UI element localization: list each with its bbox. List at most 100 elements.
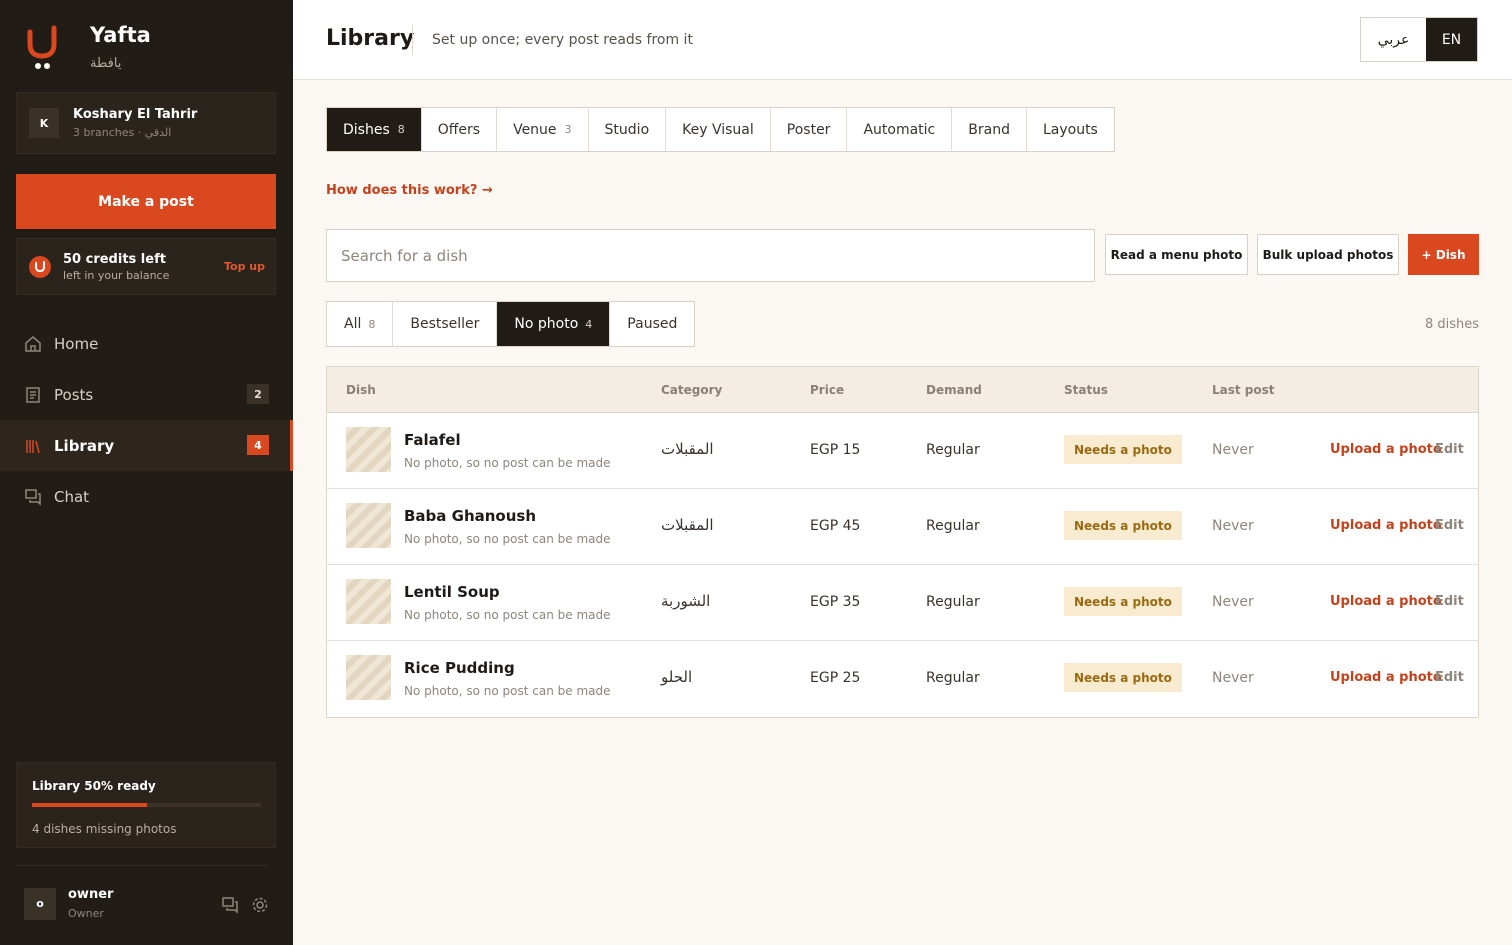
edit-dish-link[interactable]: Edit bbox=[1435, 518, 1464, 533]
status-badge: Needs a photo bbox=[1064, 511, 1182, 540]
edit-dish-link[interactable]: Edit bbox=[1435, 594, 1464, 609]
dish-note: No photo, so no post can be made bbox=[404, 684, 611, 698]
tab-count: 3 bbox=[564, 123, 572, 136]
bulk-upload-photos-button[interactable]: Bulk upload photos bbox=[1257, 234, 1399, 275]
table-row[interactable]: Lentil Soup No photo, so no post can be … bbox=[327, 565, 1478, 641]
top-up-link[interactable]: Top up bbox=[224, 260, 265, 273]
dish-last-post: Never bbox=[1212, 442, 1254, 458]
sidebar-item-library[interactable]: Library 4 bbox=[0, 420, 293, 471]
dish-note: No photo, so no post can be made bbox=[404, 456, 611, 470]
tab-key-visual[interactable]: Key Visual bbox=[666, 108, 771, 151]
table-row[interactable]: Falafel No photo, so no post can be made… bbox=[327, 413, 1478, 489]
edit-dish-link[interactable]: Edit bbox=[1435, 442, 1464, 457]
table-row[interactable]: Rice Pudding No photo, so no post can be… bbox=[327, 641, 1478, 717]
column-demand[interactable]: Demand bbox=[926, 383, 982, 397]
dish-name: Baba Ghanoush bbox=[404, 507, 537, 525]
posts-count-badge: 2 bbox=[247, 384, 269, 404]
table-row[interactable]: Baba Ghanoush No photo, so no post can b… bbox=[327, 489, 1478, 565]
column-category[interactable]: Category bbox=[661, 383, 722, 397]
dish-category: المقبلات bbox=[661, 440, 714, 458]
user-name: owner bbox=[68, 887, 114, 902]
tab-label: Studio bbox=[604, 121, 650, 138]
org-branches: 3 branches · الدقي bbox=[73, 126, 172, 139]
tab-label: Brand bbox=[968, 121, 1010, 138]
table-header: Dish Category Price Demand Status Last p… bbox=[327, 367, 1478, 413]
brand[interactable]: Yafta يافطة bbox=[26, 24, 151, 72]
tab-venue[interactable]: Venue 3 bbox=[497, 108, 589, 151]
progress-sub: 4 dishes missing photos bbox=[32, 822, 177, 836]
tab-studio[interactable]: Studio bbox=[589, 108, 667, 151]
filter-bestseller[interactable]: Bestseller bbox=[393, 302, 498, 346]
upload-photo-link[interactable]: Upload a photo bbox=[1330, 442, 1442, 457]
make-post-button[interactable]: Make a post bbox=[16, 174, 276, 229]
filter-all[interactable]: All 8 bbox=[327, 302, 394, 346]
dish-category: الحلو bbox=[661, 668, 693, 686]
upload-photo-link[interactable]: Upload a photo bbox=[1330, 670, 1442, 685]
column-price[interactable]: Price bbox=[810, 383, 844, 397]
dish-name: Rice Pudding bbox=[404, 659, 515, 677]
dish-last-post: Never bbox=[1212, 670, 1254, 686]
sidebar-item-posts[interactable]: Posts 2 bbox=[0, 369, 293, 420]
edit-dish-link[interactable]: Edit bbox=[1435, 670, 1464, 685]
messages-icon[interactable] bbox=[221, 896, 239, 918]
sidebar-item-label: Posts bbox=[54, 385, 94, 404]
language-switch: عربي EN bbox=[1360, 17, 1478, 62]
org-switcher[interactable]: K Koshary El Tahrir 3 branches · الدقي bbox=[16, 92, 276, 154]
status-badge: Needs a photo bbox=[1064, 663, 1182, 692]
tab-dishes[interactable]: Dishes 8 bbox=[327, 108, 422, 151]
dish-photo-placeholder bbox=[346, 655, 391, 700]
dish-demand: Regular bbox=[926, 442, 980, 458]
sidebar-item-home[interactable]: Home bbox=[0, 318, 293, 369]
filter-paused[interactable]: Paused bbox=[610, 302, 694, 346]
upload-photo-link[interactable]: Upload a photo bbox=[1330, 594, 1442, 609]
tab-layouts[interactable]: Layouts bbox=[1027, 108, 1114, 151]
dish-photo-placeholder bbox=[346, 579, 391, 624]
filter-label: All bbox=[344, 316, 362, 332]
credits-icon bbox=[29, 255, 51, 278]
column-last-post[interactable]: Last post bbox=[1212, 383, 1275, 397]
credits-sub: left in your balance bbox=[63, 268, 170, 282]
library-count-badge: 4 bbox=[247, 435, 269, 455]
top-bar: Library Set up once; every post reads fr… bbox=[293, 0, 1512, 80]
filter-no-photo[interactable]: No photo 4 bbox=[497, 302, 611, 346]
tab-automatic[interactable]: Automatic bbox=[847, 108, 953, 151]
how-does-this-work-link[interactable]: How does this work? → bbox=[326, 183, 493, 198]
tab-poster[interactable]: Poster bbox=[771, 108, 848, 151]
dish-demand: Regular bbox=[926, 518, 980, 534]
upload-photo-link[interactable]: Upload a photo bbox=[1330, 518, 1442, 533]
user-role: Owner bbox=[68, 907, 104, 920]
column-status[interactable]: Status bbox=[1064, 383, 1108, 397]
dish-photo-placeholder bbox=[346, 427, 391, 472]
sidebar-item-label: Chat bbox=[54, 487, 90, 506]
column-dish[interactable]: Dish bbox=[346, 383, 376, 397]
progress-title: Library 50% ready bbox=[32, 779, 156, 793]
tab-offers[interactable]: Offers bbox=[422, 108, 498, 151]
dish-last-post: Never bbox=[1212, 594, 1254, 610]
org-name: Koshary El Tahrir bbox=[73, 107, 198, 122]
user-avatar: o bbox=[24, 887, 56, 920]
add-dish-button[interactable]: + Dish bbox=[1408, 234, 1479, 275]
library-icon bbox=[24, 437, 42, 455]
dish-price: EGP 45 bbox=[810, 518, 861, 534]
home-icon bbox=[24, 335, 42, 353]
tab-label: Venue bbox=[513, 121, 557, 138]
filter-label: Bestseller bbox=[410, 316, 480, 332]
language-arabic-button[interactable]: عربي bbox=[1361, 18, 1426, 61]
page-subtitle: Set up once; every post reads from it bbox=[432, 32, 693, 48]
progress-fill bbox=[32, 803, 147, 807]
tab-brand[interactable]: Brand bbox=[952, 108, 1027, 151]
credits-card: 50 credits left left in your balance Top… bbox=[16, 238, 276, 295]
dish-search-input[interactable] bbox=[326, 229, 1095, 282]
sidebar-item-chat[interactable]: Chat bbox=[0, 471, 293, 522]
title-separator bbox=[412, 25, 413, 55]
filter-count: 4 bbox=[585, 317, 593, 331]
language-english-button[interactable]: EN bbox=[1426, 18, 1477, 61]
dish-note: No photo, so no post can be made bbox=[404, 608, 611, 622]
gear-icon[interactable] bbox=[251, 896, 269, 918]
user-profile[interactable]: o owner Owner bbox=[24, 887, 113, 920]
library-progress-card: Library 50% ready 4 dishes missing photo… bbox=[16, 762, 276, 848]
read-menu-photo-button[interactable]: Read a menu photo bbox=[1105, 234, 1248, 275]
dish-name: Lentil Soup bbox=[404, 583, 500, 601]
status-badge: Needs a photo bbox=[1064, 587, 1182, 616]
dish-filters: All 8 Bestseller No photo 4 Paused bbox=[326, 301, 696, 347]
